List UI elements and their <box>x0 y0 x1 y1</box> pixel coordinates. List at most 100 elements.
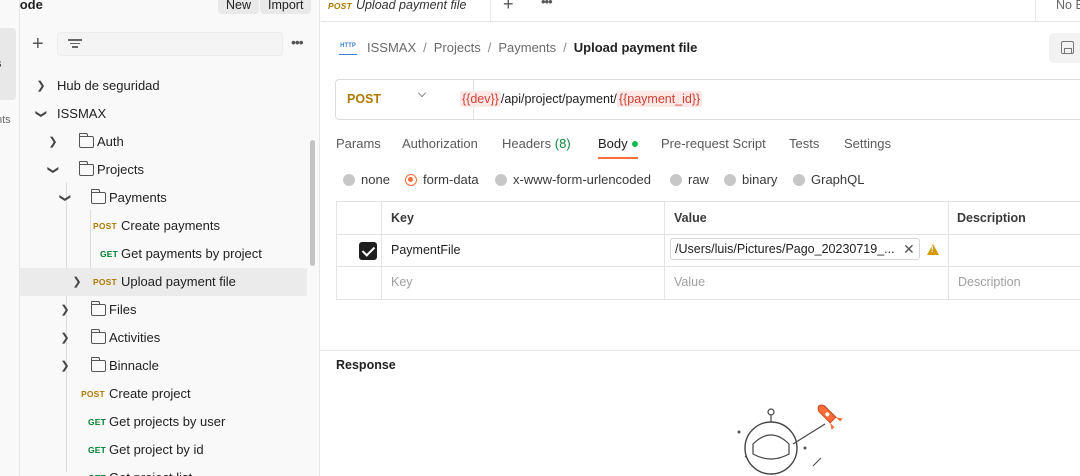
method-badge: GET <box>88 445 107 455</box>
tab-body[interactable]: Body <box>598 136 638 151</box>
save-button[interactable] <box>1049 33 1080 63</box>
more-icon[interactable]: ••• <box>291 34 304 50</box>
tab-params[interactable]: Params <box>336 136 381 151</box>
add-icon[interactable]: + <box>32 33 44 55</box>
tree-row[interactable]: GET Get project by id <box>20 436 319 464</box>
environment-selector[interactable]: No E <box>1035 0 1080 22</box>
new-button[interactable]: New <box>218 0 260 14</box>
chevron-right-icon[interactable]: ❯ <box>59 296 71 324</box>
chevron-down-icon <box>418 89 426 97</box>
tree-item-label: Create project <box>109 386 191 401</box>
folder-icon <box>90 301 106 316</box>
tree-item-label: Payments <box>109 190 167 205</box>
tree-row[interactable]: GET Get project list <box>20 464 319 476</box>
radio-raw[interactable] <box>670 174 682 186</box>
tree-row[interactable]: GET Get projects by user <box>20 408 319 436</box>
url-path: /api/project/payment/ <box>500 92 617 106</box>
chevron-right-icon[interactable]: ❯ <box>35 72 47 100</box>
method-badge: POST <box>93 277 117 287</box>
tree-row[interactable]: ❯ Payments <box>20 184 319 212</box>
breadcrumb: HTTP ISSMAX / Projects / Payments / Upload paym… <box>339 40 698 55</box>
warning-icon[interactable] <box>927 244 939 255</box>
form-data-table: Key Value Description PaymentFile /Users… <box>336 201 1080 300</box>
url-input[interactable]: {{dev}}/api/project/payment/{{payment_id… <box>460 91 703 107</box>
tab-authorization[interactable]: Authorization <box>402 136 478 151</box>
radio-label[interactable]: x-www-form-urlencoded <box>513 172 651 187</box>
method-badge: GET <box>88 417 107 427</box>
more-tabs-icon[interactable]: ••• <box>541 0 553 9</box>
folder-icon <box>90 329 106 344</box>
tree-row[interactable]: ❯ ISSMAX <box>20 100 319 128</box>
tree-row[interactable]: ❯ Activities <box>20 324 319 352</box>
response-divider[interactable] <box>321 350 1080 351</box>
tree-row[interactable]: POST Create project <box>20 380 319 408</box>
chevron-right-icon[interactable]: ❯ <box>47 128 59 156</box>
chevron-down-icon[interactable]: ❯ <box>27 108 55 120</box>
request-name[interactable]: Upload payment file <box>574 40 698 55</box>
column-divider <box>381 202 382 299</box>
http-icon: HTTP <box>339 41 357 55</box>
radio-label[interactable]: raw <box>688 172 709 187</box>
tab-headers[interactable]: Headers (8) <box>502 136 571 151</box>
description-placeholder[interactable]: Description <box>958 275 1021 289</box>
tree-row[interactable]: POST Create payments <box>20 212 319 240</box>
workspace-name: ckcode <box>20 0 43 12</box>
import-button[interactable]: Import <box>260 0 312 14</box>
tab-label: Upload payment file <box>355 0 467 12</box>
response-title: Response <box>336 358 396 372</box>
chevron-right-icon[interactable]: ❯ <box>59 324 71 352</box>
row-divider <box>337 266 1080 267</box>
radio-none[interactable] <box>343 174 355 186</box>
radio-form-data[interactable] <box>405 174 417 186</box>
radio-binary[interactable] <box>724 174 736 186</box>
save-icon <box>1061 41 1074 54</box>
key-placeholder[interactable]: Key <box>391 275 413 289</box>
radio-label[interactable]: binary <box>742 172 777 187</box>
tree-row[interactable]: GET Get payments by project <box>20 240 319 268</box>
rail-label: s <box>0 58 2 70</box>
key-cell[interactable]: PaymentFile <box>391 243 460 257</box>
collection-tree: ❯ Hub de seguridad ❯ ISSMAX ❯ Auth ❯ Pro… <box>20 72 319 476</box>
file-value-field[interactable]: /Users/luis/Pictures/Pago_20230719_... <box>670 238 920 260</box>
tab-settings[interactable]: Settings <box>844 136 891 151</box>
tree-row[interactable]: ❯ Binnacle <box>20 352 319 380</box>
tree-item-label: Activities <box>109 330 161 345</box>
rail-label[interactable]: nts <box>0 114 11 126</box>
tab-tests[interactable]: Tests <box>789 136 819 151</box>
chevron-down-icon[interactable]: ❯ <box>39 164 67 176</box>
breadcrumb-item[interactable]: Payments <box>498 40 556 55</box>
tab-upload-payment-file[interactable]: POST Upload payment file <box>321 0 491 22</box>
folder-icon <box>90 189 106 204</box>
radio-graphql[interactable] <box>793 174 805 186</box>
tree-row[interactable]: ❯ Files <box>20 296 319 324</box>
radio-label[interactable]: form-data <box>423 172 479 187</box>
chevron-right-icon[interactable]: ❯ <box>59 352 71 380</box>
method-select[interactable]: POST <box>336 80 474 119</box>
chevron-down-icon[interactable]: ❯ <box>51 192 79 204</box>
sidebar-scrollbar[interactable] <box>310 140 315 266</box>
breadcrumb-item[interactable]: Projects <box>434 40 481 55</box>
tree-item-label: Files <box>109 302 137 317</box>
tree-item-label: Get project by id <box>109 442 204 457</box>
filter-input[interactable] <box>57 32 283 56</box>
value-placeholder[interactable]: Value <box>674 275 705 289</box>
close-icon[interactable]: ✕ <box>903 238 915 260</box>
breadcrumb-item[interactable]: ISSMAX <box>367 40 416 55</box>
row-enabled-checkbox[interactable] <box>359 242 377 260</box>
radio-label[interactable]: GraphQL <box>811 172 864 187</box>
tab-prerequest-script[interactable]: Pre-request Script <box>661 136 766 151</box>
url-variable[interactable]: {{payment_id}} <box>616 91 703 107</box>
tree-row[interactable]: ❯ Projects <box>20 156 319 184</box>
column-divider <box>664 202 665 299</box>
radio-urlencoded[interactable] <box>495 174 507 186</box>
chevron-right-icon[interactable]: ❯ <box>71 268 83 296</box>
column-header-description: Description <box>957 211 1026 225</box>
tree-row[interactable]: ❯ Auth <box>20 128 319 156</box>
radio-label[interactable]: none <box>361 172 390 187</box>
url-variable[interactable]: {{dev}} <box>460 91 501 107</box>
new-tab-icon[interactable]: + <box>503 0 514 15</box>
row-divider <box>337 234 1080 235</box>
rail-collections-tab[interactable] <box>0 28 16 100</box>
tree-row-selected[interactable]: ❯ POST Upload payment file <box>20 268 307 296</box>
tree-row[interactable]: ❯ Hub de seguridad <box>20 72 319 100</box>
